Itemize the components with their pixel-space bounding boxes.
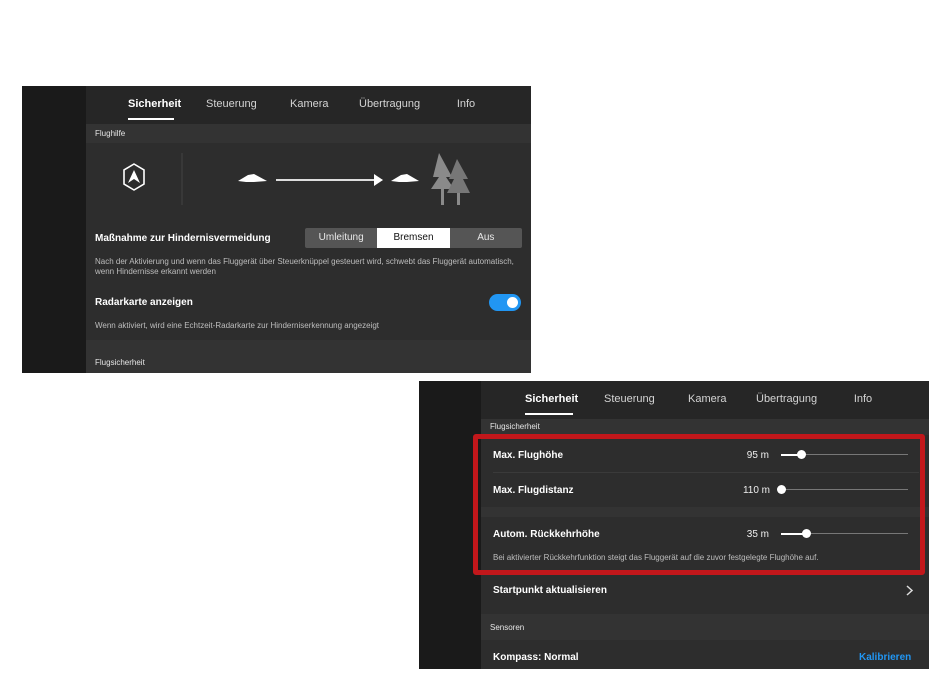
obstacle-avoidance-label: Maßnahme zur Hindernisvermeidung — [95, 233, 271, 244]
radar-map-label: Radarkarte anzeigen — [95, 297, 193, 308]
option-bremsen[interactable]: Bremsen — [377, 228, 450, 248]
obstacle-illustration — [123, 153, 470, 205]
tab-steuerung[interactable]: Steuerung — [206, 86, 257, 124]
radar-map-toggle[interactable] — [489, 294, 521, 311]
tab-kamera[interactable]: Kamera — [688, 381, 727, 419]
update-home-point-label[interactable]: Startpunkt aktualisieren — [493, 585, 607, 596]
tab-uebertragung[interactable]: Übertragung — [359, 86, 420, 124]
obstacle-description: Nach der Aktivierung und wenn das Flugge… — [95, 257, 514, 276]
option-aus[interactable]: Aus — [450, 228, 522, 248]
tab-info[interactable]: Info — [456, 86, 476, 124]
tab-kamera[interactable]: Kamera — [290, 86, 329, 124]
settings-screenshot-1: Sicherheit Steuerung Kamera Übertragung … — [22, 86, 531, 373]
section-header-sensoren: Sensoren — [481, 614, 929, 640]
tab-steuerung[interactable]: Steuerung — [604, 381, 655, 419]
left-panel — [419, 381, 481, 669]
tree-icon — [431, 153, 470, 205]
aircraft-icon — [238, 174, 267, 182]
highlight-box — [473, 434, 925, 575]
calibrate-link[interactable]: Kalibrieren — [859, 652, 911, 663]
chevron-right-icon[interactable] — [906, 585, 914, 596]
section-header-flughilfe: Flughilfe — [86, 124, 531, 143]
tab-uebertragung[interactable]: Übertragung — [756, 381, 817, 419]
tab-sicherheit[interactable]: Sicherheit — [525, 381, 578, 419]
compass-status-label: Kompass: Normal — [493, 652, 579, 663]
section-header-flugsicherheit: Flugsicherheit — [481, 419, 929, 435]
radar-map-description: Wenn aktiviert, wird eine Echtzeit-Radar… — [95, 321, 379, 330]
aircraft-icon — [391, 174, 419, 182]
tab-info[interactable]: Info — [853, 381, 873, 419]
left-panel — [22, 86, 86, 373]
drone-obstacle-icon — [123, 163, 145, 191]
tab-sicherheit[interactable]: Sicherheit — [128, 86, 181, 124]
section-header-flugsicherheit: Flugsicherheit — [86, 340, 531, 373]
obstacle-avoidance-selector[interactable]: Umleitung Bremsen Aus — [305, 228, 522, 248]
option-umleitung[interactable]: Umleitung — [305, 228, 377, 248]
